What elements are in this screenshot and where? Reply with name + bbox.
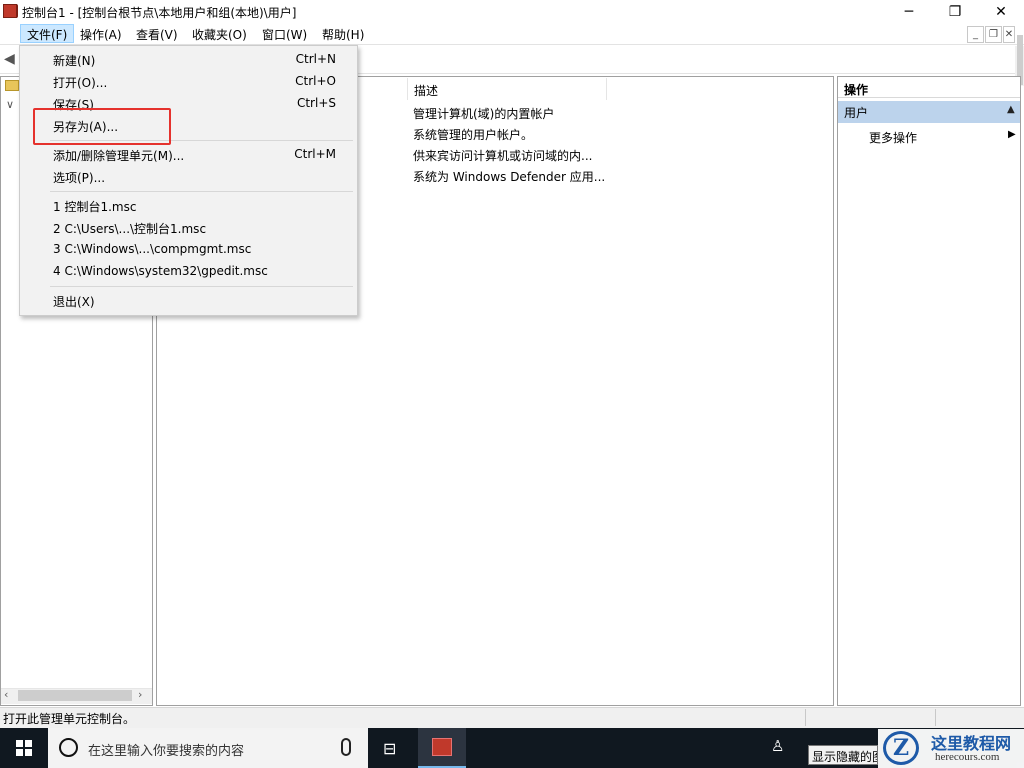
shortcut-add-remove-snapin: Ctrl+M <box>294 147 336 161</box>
windows-logo-icon <box>16 740 32 756</box>
folder-icon[interactable] <box>5 80 19 91</box>
menu-item-new[interactable]: 新建(N) <box>53 52 95 69</box>
toolbox-icon <box>432 738 452 756</box>
scroll-right-icon[interactable]: › <box>138 688 142 701</box>
menu-item-recent-2[interactable]: 2 C:\Users\...\控制台1.msc <box>53 220 206 237</box>
search-placeholder[interactable]: 在这里输入你要搜索的内容 <box>88 740 244 759</box>
menu-favorites[interactable]: 收藏夹(O) <box>186 24 253 43</box>
menu-window[interactable]: 窗口(W) <box>256 24 313 43</box>
watermark-en-text: herecours.com <box>935 751 1000 763</box>
menu-help[interactable]: 帮助(H) <box>316 24 370 43</box>
menu-item-options[interactable]: 选项(P)... <box>53 169 105 186</box>
menu-item-exit[interactable]: 退出(X) <box>53 293 95 310</box>
menu-action[interactable]: 操作(A) <box>74 24 128 43</box>
menu-item-recent-1[interactable]: 1 控制台1.msc <box>53 198 136 215</box>
window-title: 控制台1 - [控制台根节点\本地用户和组(本地)\用户] <box>22 6 297 20</box>
people-icon[interactable]: ♙ <box>771 737 784 755</box>
chevron-down-icon[interactable]: ∨ <box>6 98 14 111</box>
status-divider <box>805 709 806 726</box>
mdi-close-button[interactable]: ✕ <box>1003 26 1015 43</box>
scroll-left-icon[interactable]: ‹ <box>4 688 8 701</box>
close-button[interactable]: ✕ <box>978 0 1024 23</box>
start-button[interactable] <box>0 728 48 768</box>
status-text: 打开此管理单元控制台。 <box>3 712 136 726</box>
actions-header: 操作 <box>838 78 1020 98</box>
menu-file[interactable]: 文件(F) <box>20 24 75 43</box>
tree-scroll-thumb[interactable] <box>18 690 132 701</box>
console-icon[interactable] <box>3 4 17 18</box>
mdi-minimize-button[interactable]: _ <box>967 26 984 43</box>
restore-button[interactable]: ❐ <box>932 0 978 23</box>
mdi-restore-button[interactable]: ❐ <box>985 26 1002 43</box>
list-item[interactable]: 供来宾访问计算机或访问域的内... <box>413 147 592 164</box>
shortcut-save: Ctrl+S <box>296 96 336 110</box>
menu-item-open[interactable]: 打开(O)... <box>53 74 107 91</box>
actions-pane <box>837 76 1021 706</box>
menu-item-add-remove-snapin[interactable]: 添加/删除管理单元(M)... <box>53 147 184 164</box>
back-arrow-icon[interactable]: ◀ <box>4 51 20 67</box>
shortcut-new: Ctrl+N <box>295 52 336 66</box>
menu-separator <box>50 286 353 287</box>
menu-separator <box>50 191 353 192</box>
tray-tooltip: 显示隐藏的图标 <box>808 745 878 765</box>
menu-item-recent-3[interactable]: 3 C:\Windows\...\compmgmt.msc <box>53 242 251 256</box>
microphone-icon[interactable] <box>341 738 351 756</box>
column-header-description[interactable]: 描述 <box>407 78 607 100</box>
watermark-logo: Z <box>883 731 919 765</box>
more-actions-link[interactable]: 更多操作 <box>869 129 917 146</box>
minimize-button[interactable]: ─ <box>886 0 932 23</box>
menu-view[interactable]: 查看(V) <box>130 24 184 43</box>
list-item[interactable]: 系统为 Windows Defender 应用... <box>413 168 605 185</box>
menu-item-recent-4[interactable]: 4 C:\Windows\system32\gpedit.msc <box>53 264 268 278</box>
task-view-icon[interactable]: ⊟ <box>383 739 396 758</box>
status-divider <box>935 709 936 726</box>
list-item[interactable]: 管理计算机(域)的内置帐户 <box>413 105 554 122</box>
annotation-highlight-box <box>33 108 171 145</box>
cortana-icon[interactable] <box>59 738 78 757</box>
status-bar <box>0 707 1024 728</box>
list-item[interactable]: 系统管理的用户帐户。 <box>413 126 533 143</box>
shortcut-open: Ctrl+O <box>295 74 336 88</box>
collapse-up-icon[interactable]: ▲ <box>1007 104 1015 115</box>
actions-section-users[interactable]: 用户 <box>838 101 1020 123</box>
submenu-arrow-icon[interactable]: ▶ <box>1008 129 1016 140</box>
